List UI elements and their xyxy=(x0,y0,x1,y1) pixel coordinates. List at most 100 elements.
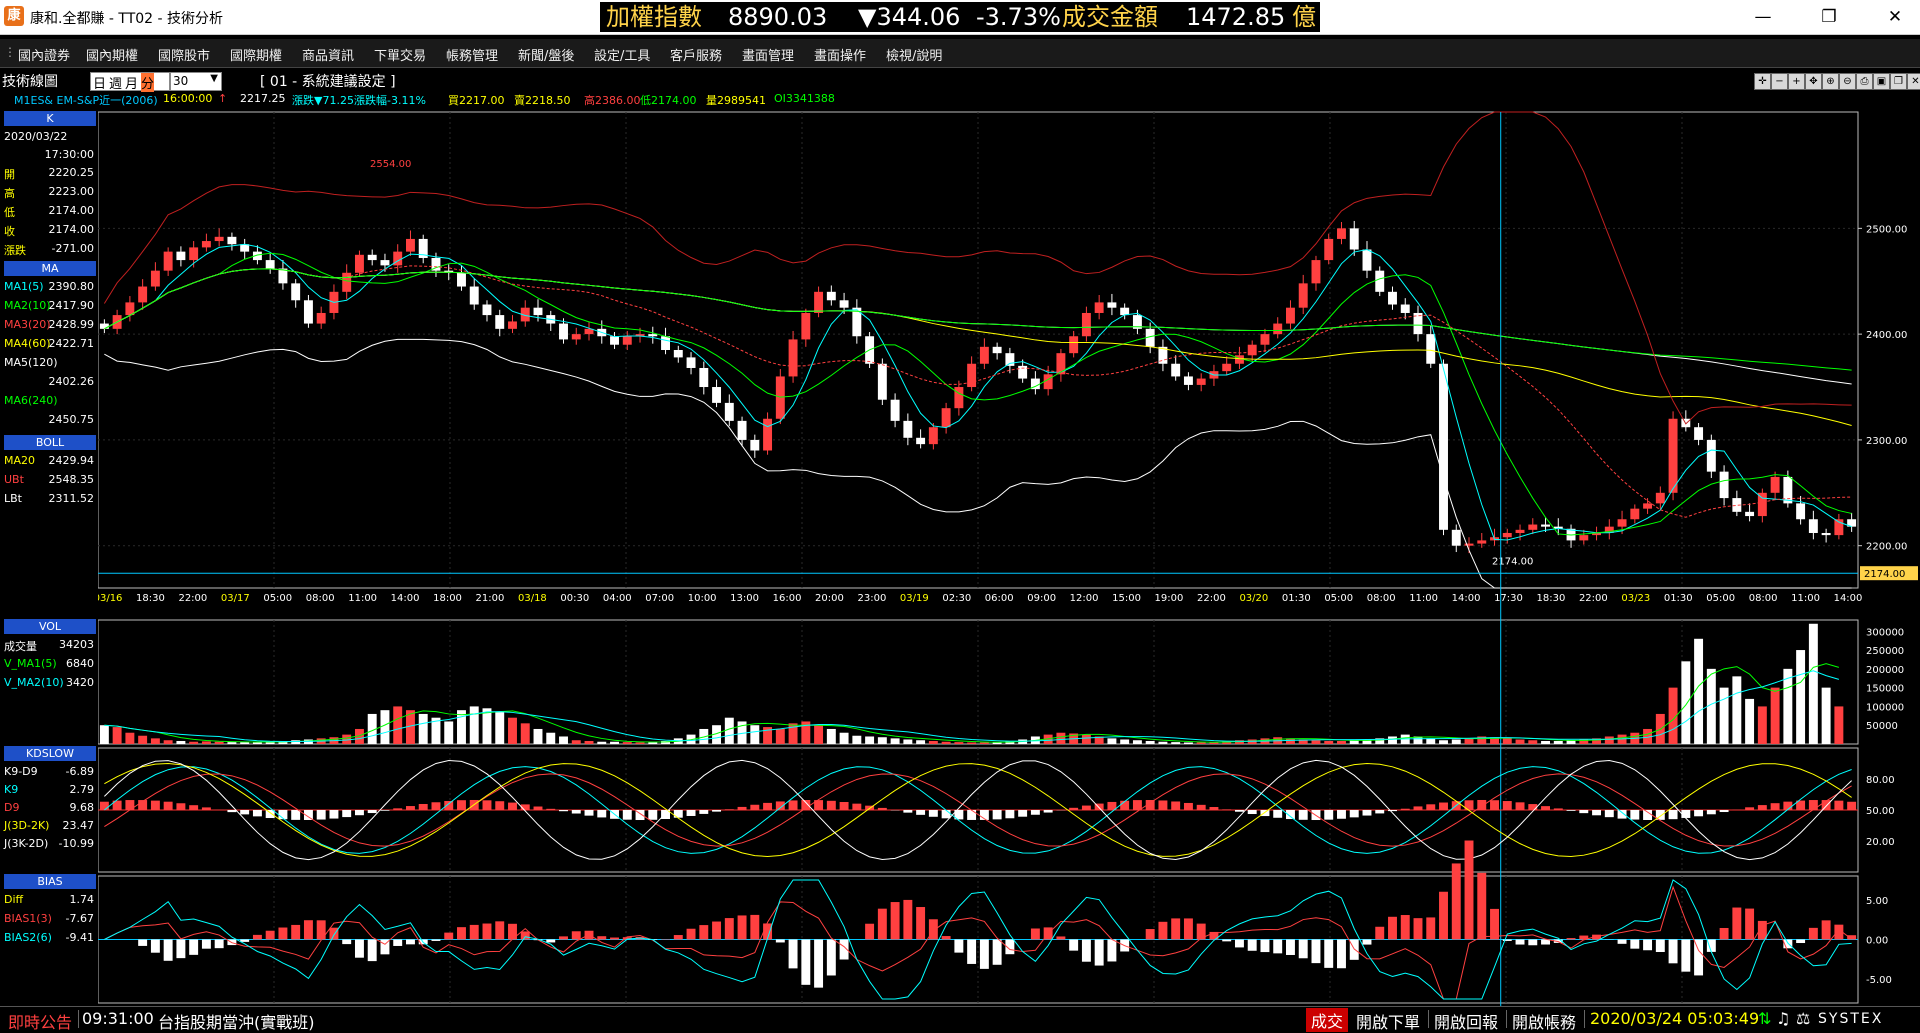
candle-body[interactable] xyxy=(1630,509,1639,520)
candle-body[interactable] xyxy=(661,336,670,350)
candle-body[interactable] xyxy=(763,419,772,451)
candle-body[interactable] xyxy=(1758,493,1767,516)
candle-body[interactable] xyxy=(176,252,185,260)
candle-body[interactable] xyxy=(1618,519,1627,526)
candle-body[interactable] xyxy=(929,427,938,444)
candle-body[interactable] xyxy=(916,438,925,444)
candle-body[interactable] xyxy=(1694,427,1703,440)
menu-item[interactable]: 畫面管理 xyxy=(742,45,794,64)
candle-body[interactable] xyxy=(903,421,912,438)
candle-body[interactable] xyxy=(342,273,351,292)
candle-body[interactable] xyxy=(1401,305,1410,313)
restore-button[interactable]: ❐ xyxy=(1806,0,1852,34)
candle-body[interactable] xyxy=(291,283,300,300)
candle-body[interactable] xyxy=(1388,292,1397,305)
candle-body[interactable] xyxy=(1822,533,1831,535)
candle-body[interactable] xyxy=(687,357,696,368)
plus-icon[interactable]: + xyxy=(1788,73,1805,90)
candle-body[interactable] xyxy=(1503,533,1512,537)
period-selector[interactable]: 日 週 月 分 xyxy=(90,72,170,91)
open-report-button[interactable]: 開啟回報 xyxy=(1434,1009,1498,1033)
sound-icon[interactable]: ♫ xyxy=(1776,1009,1790,1028)
candle-body[interactable] xyxy=(1656,493,1665,504)
candle-body[interactable] xyxy=(1222,364,1231,371)
candle-body[interactable] xyxy=(623,336,632,344)
candle-body[interactable] xyxy=(355,255,364,273)
menu-item[interactable]: 畫面操作 xyxy=(814,45,866,64)
candle-body[interactable] xyxy=(891,400,900,421)
move-icon[interactable]: ✥ xyxy=(1805,73,1822,90)
candle-body[interactable] xyxy=(138,287,147,303)
candle-body[interactable] xyxy=(1465,544,1474,546)
candle-body[interactable] xyxy=(380,260,389,265)
candle-body[interactable] xyxy=(1363,250,1372,271)
candle-body[interactable] xyxy=(699,368,708,387)
menu-item[interactable]: 檢視/說明 xyxy=(886,45,942,64)
candle-body[interactable] xyxy=(1707,440,1716,472)
candle-body[interactable] xyxy=(1375,271,1384,292)
window-icon[interactable]: ❐ xyxy=(1890,73,1907,90)
candle-body[interactable] xyxy=(1541,525,1550,527)
minute-count-select[interactable]: 30 ▼ xyxy=(170,72,222,91)
candle-body[interactable] xyxy=(164,252,173,271)
candle-body[interactable] xyxy=(1299,283,1308,307)
candle-body[interactable] xyxy=(483,305,492,316)
candle-body[interactable] xyxy=(470,287,479,305)
candle-body[interactable] xyxy=(1324,239,1333,260)
minus-icon[interactable]: − xyxy=(1771,73,1788,90)
chart-area[interactable]: 2500.002400.002300.002200.002174.002554.… xyxy=(98,108,1920,1006)
candle-body[interactable] xyxy=(1720,472,1729,498)
candle-body[interactable] xyxy=(967,364,976,387)
candle-body[interactable] xyxy=(738,421,747,440)
candle-body[interactable] xyxy=(1095,302,1104,313)
candle-body[interactable] xyxy=(1643,503,1652,508)
candle-body[interactable] xyxy=(1579,535,1588,540)
print-icon[interactable]: ⎙ xyxy=(1856,73,1873,90)
announce-text[interactable]: 台指股期當沖(實戰班) xyxy=(158,1009,315,1033)
candle-body[interactable] xyxy=(1771,477,1780,493)
candle-body[interactable] xyxy=(674,350,683,357)
candle-body[interactable] xyxy=(1452,530,1461,546)
candle-body[interactable] xyxy=(954,387,963,408)
candle-body[interactable] xyxy=(215,237,224,241)
menu-item[interactable]: 下單交易 xyxy=(374,45,426,64)
candle-body[interactable] xyxy=(1120,308,1129,315)
candle-body[interactable] xyxy=(1171,364,1180,377)
menu-item[interactable]: 客戶服務 xyxy=(670,45,722,64)
menu-item[interactable]: 國際股市 xyxy=(158,45,210,64)
candle-body[interactable] xyxy=(508,321,517,328)
candle-body[interactable] xyxy=(1796,503,1805,519)
candle-body[interactable] xyxy=(1273,324,1282,335)
candle-body[interactable] xyxy=(648,334,657,336)
candle-body[interactable] xyxy=(100,324,109,329)
candle-body[interactable] xyxy=(202,241,211,247)
candle-body[interactable] xyxy=(1005,353,1014,366)
zoom-out-icon[interactable]: ⊖ xyxy=(1839,73,1856,90)
candle-body[interactable] xyxy=(1528,525,1537,530)
candle-body[interactable] xyxy=(1439,364,1448,530)
candle-body[interactable] xyxy=(559,324,568,340)
candle-body[interactable] xyxy=(1783,477,1792,503)
candle-body[interactable] xyxy=(827,292,836,300)
menu-item[interactable]: 帳務管理 xyxy=(446,45,498,64)
close-icon[interactable]: ✕ xyxy=(1907,73,1920,90)
menu-item[interactable]: 國內證券 xyxy=(18,45,70,64)
candle-body[interactable] xyxy=(572,334,581,339)
candle-body[interactable] xyxy=(1516,530,1525,533)
candle-body[interactable] xyxy=(1809,519,1818,533)
candle-body[interactable] xyxy=(368,255,377,260)
candle-body[interactable] xyxy=(1669,419,1678,493)
candle-body[interactable] xyxy=(1426,334,1435,364)
candle-body[interactable] xyxy=(980,347,989,364)
announce-label[interactable]: 即時公告 xyxy=(8,1009,72,1033)
candle-body[interactable] xyxy=(1260,334,1269,345)
candle-body[interactable] xyxy=(534,308,543,315)
candle-body[interactable] xyxy=(942,408,951,427)
candle-body[interactable] xyxy=(801,313,810,339)
crosshair-icon[interactable]: ✛ xyxy=(1754,73,1771,90)
candle-body[interactable] xyxy=(1107,302,1116,307)
candle-body[interactable] xyxy=(878,364,887,400)
menu-item[interactable]: 國內期權 xyxy=(86,45,138,64)
candle-body[interactable] xyxy=(993,347,1002,353)
candle-body[interactable] xyxy=(406,239,415,252)
